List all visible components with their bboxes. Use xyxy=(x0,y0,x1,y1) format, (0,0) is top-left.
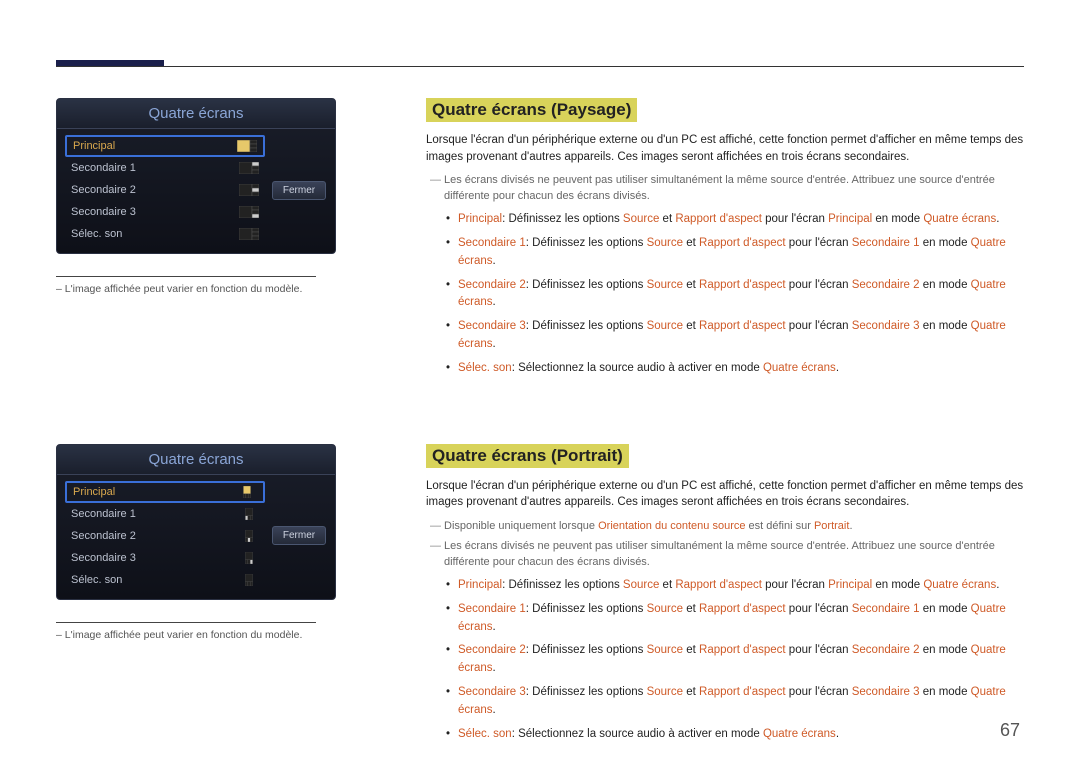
menu-item-label: Secondaire 3 xyxy=(71,552,136,564)
bullet-list: Principal: Définissez les options Source… xyxy=(446,211,1024,378)
bullet-sec3: Secondaire 3: Définissez les options Sou… xyxy=(446,684,1024,720)
bullet-list: Principal: Définissez les options Source… xyxy=(446,577,1024,744)
bullet-principal: Principal: Définissez les options Source… xyxy=(446,577,1024,595)
image-caption: – L'image affichée peut varier en foncti… xyxy=(56,283,386,295)
menu-panel-portrait: Quatre écrans Principal Secondaire 1 xyxy=(56,444,336,600)
section-paysage: Quatre écrans Principal Secondaire 1 xyxy=(56,98,1024,384)
page-number: 67 xyxy=(1000,720,1020,741)
menu-item-sec1[interactable]: Secondaire 1 xyxy=(65,503,265,525)
layout-sec2-portrait-icon xyxy=(239,530,259,542)
intro-text: Lorsque l'écran d'un périphérique extern… xyxy=(426,132,1024,165)
bullet-sec1: Secondaire 1: Définissez les options Sou… xyxy=(446,235,1024,271)
note-availability: Disponible uniquement lorsque Orientatio… xyxy=(430,519,1024,535)
layout-sec1-icon xyxy=(239,162,259,174)
menu-item-label: Secondaire 3 xyxy=(71,206,136,218)
bullet-selec-son: Sélec. son: Sélectionnez la source audio… xyxy=(446,360,1024,378)
section-portrait: Quatre écrans Principal Secondaire 1 xyxy=(56,444,1024,750)
image-caption: – L'image affichée peut varier en foncti… xyxy=(56,629,386,641)
caption-rule xyxy=(56,622,316,623)
caption-rule xyxy=(56,276,316,277)
menu-title: Quatre écrans xyxy=(57,445,335,475)
layout-sec1-portrait-icon xyxy=(239,508,259,520)
layout-sec2-icon xyxy=(239,184,259,196)
layout-sec3-icon xyxy=(239,206,259,218)
caption-text: L'image affichée peut varier en fonction… xyxy=(65,629,303,641)
menu-title: Quatre écrans xyxy=(57,99,335,129)
menu-item-label: Sélec. son xyxy=(71,574,122,586)
section-title-portrait: Quatre écrans (Portrait) xyxy=(426,444,629,468)
menu-item-principal[interactable]: Principal xyxy=(65,135,265,157)
layout-principal-portrait-icon xyxy=(237,486,257,498)
note-source: Les écrans divisés ne peuvent pas utilis… xyxy=(430,173,1024,205)
menu-item-selec-son[interactable]: Sélec. son xyxy=(65,223,265,245)
menu-item-label: Secondaire 2 xyxy=(71,530,136,542)
note-source: Les écrans divisés ne peuvent pas utilis… xyxy=(430,539,1024,571)
menu-item-label: Principal xyxy=(73,486,115,498)
menu-item-sec3[interactable]: Secondaire 3 xyxy=(65,201,265,223)
menu-item-sec2[interactable]: Secondaire 2 xyxy=(65,525,265,547)
bullet-sec3: Secondaire 3: Définissez les options Sou… xyxy=(446,318,1024,354)
layout-sec3-portrait-icon xyxy=(239,552,259,564)
menu-item-selec-son[interactable]: Sélec. son xyxy=(65,569,265,591)
menu-item-label: Principal xyxy=(73,140,115,152)
layout-principal-icon xyxy=(237,140,257,152)
menu-item-sec2[interactable]: Secondaire 2 xyxy=(65,179,265,201)
menu-item-label: Sélec. son xyxy=(71,228,122,240)
bullet-sec1: Secondaire 1: Définissez les options Sou… xyxy=(446,601,1024,637)
bullet-principal: Principal: Définissez les options Source… xyxy=(446,211,1024,229)
bullet-sec2: Secondaire 2: Définissez les options Sou… xyxy=(446,277,1024,313)
close-button[interactable]: Fermer xyxy=(272,181,326,200)
menu-item-sec1[interactable]: Secondaire 1 xyxy=(65,157,265,179)
menu-item-label: Secondaire 1 xyxy=(71,508,136,520)
menu-panel-paysage: Quatre écrans Principal Secondaire 1 xyxy=(56,98,336,254)
menu-item-principal[interactable]: Principal xyxy=(65,481,265,503)
section-title-paysage: Quatre écrans (Paysage) xyxy=(426,98,637,122)
menu-item-label: Secondaire 1 xyxy=(71,162,136,174)
close-button[interactable]: Fermer xyxy=(272,526,326,545)
intro-text: Lorsque l'écran d'un périphérique extern… xyxy=(426,478,1024,511)
header-rule xyxy=(56,66,1024,67)
layout-selec-portrait-icon xyxy=(239,574,259,586)
menu-item-sec3[interactable]: Secondaire 3 xyxy=(65,547,265,569)
caption-text: L'image affichée peut varier en fonction… xyxy=(65,283,303,295)
menu-item-label: Secondaire 2 xyxy=(71,184,136,196)
layout-selec-icon xyxy=(239,228,259,240)
bullet-sec2: Secondaire 2: Définissez les options Sou… xyxy=(446,642,1024,678)
bullet-selec-son: Sélec. son: Sélectionnez la source audio… xyxy=(446,726,1024,744)
